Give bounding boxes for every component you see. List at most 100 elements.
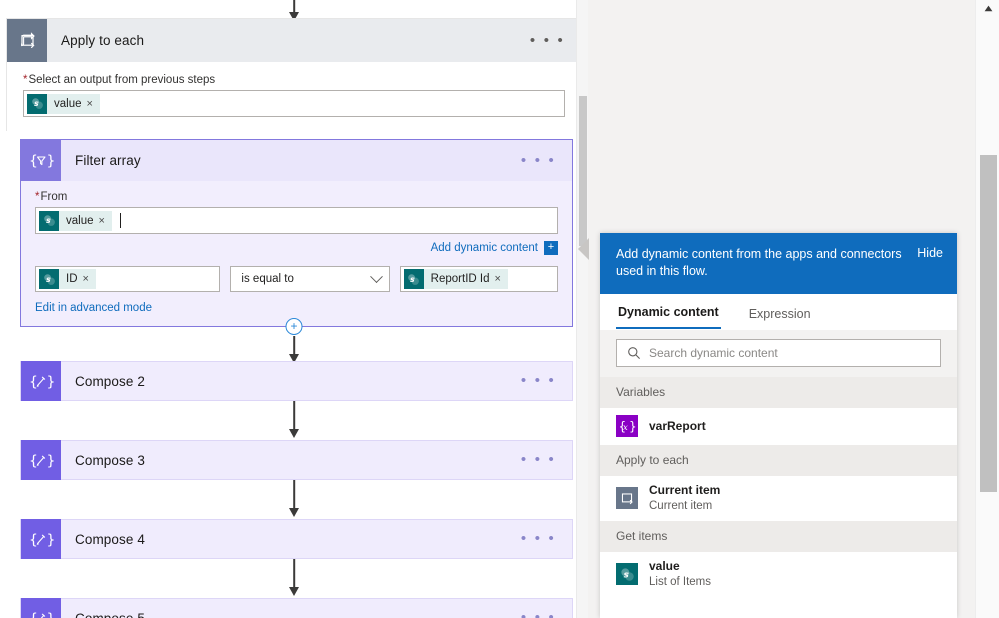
compose-card-2[interactable]: { } Compose 2 • • • <box>20 361 573 401</box>
add-dynamic-content-link[interactable]: Add dynamic content <box>431 242 538 254</box>
insert-step-button[interactable]: + <box>285 318 303 335</box>
apply-to-each-field-label: *Select an output from previous steps <box>23 74 565 86</box>
filter-array-menu-button[interactable]: • • • <box>521 153 572 168</box>
scroll-up-arrow-icon[interactable] <box>976 0 999 16</box>
edit-in-advanced-mode-link[interactable]: Edit in advanced mode <box>35 302 558 314</box>
condition-operator-select[interactable]: is equal to <box>230 266 390 292</box>
token-remove-icon[interactable]: × <box>87 98 100 110</box>
search-input[interactable] <box>649 346 930 360</box>
connector-filter-to-compose2: + <box>6 318 582 364</box>
svg-text:s: s <box>410 275 415 284</box>
svg-text:{: { <box>29 374 38 390</box>
panel-hide-link[interactable]: Hide <box>917 246 943 260</box>
dynamic-content-item-current-item[interactable]: Current item Current item <box>600 476 957 521</box>
token-reportid[interactable]: s ReportID Id × <box>403 269 508 289</box>
compose-card-menu-button[interactable]: • • • <box>521 452 572 467</box>
panel-search-wrap <box>600 330 957 377</box>
panel-banner: Add dynamic content from the apps and co… <box>600 233 957 294</box>
apply-to-each-header[interactable]: Apply to each • • • <box>7 19 581 62</box>
dynamic-content-panel: Add dynamic content from the apps and co… <box>600 233 957 618</box>
svg-text:s: s <box>623 570 628 580</box>
apply-to-each-body: *Select an output from previous steps s … <box>7 62 581 131</box>
sharepoint-icon: s <box>39 269 59 289</box>
dynamic-content-item-value[interactable]: s value List of Items <box>600 552 957 597</box>
sharepoint-icon: s <box>616 563 638 585</box>
token-label: ReportID Id <box>430 273 490 285</box>
dynamic-content-item-title: varReport <box>649 419 706 433</box>
svg-text:}: } <box>47 453 55 469</box>
connector-arrowhead <box>289 429 299 438</box>
svg-text:s: s <box>46 275 51 284</box>
token-label: ID <box>66 273 78 285</box>
dynamic-content-item-text: value List of Items <box>649 559 711 589</box>
connector-line <box>293 401 295 431</box>
apply-to-each-output-input[interactable]: s value × <box>23 90 565 117</box>
svg-text:s: s <box>34 99 39 108</box>
compose-card-5[interactable]: { } Compose 5 • • • <box>20 598 573 618</box>
compose-card-menu-button[interactable]: • • • <box>521 531 572 546</box>
filter-array-body: *From s value × Add dynamic content + s … <box>21 181 572 326</box>
token-label: value <box>54 97 82 110</box>
add-dynamic-content-plus-button[interactable]: + <box>544 240 558 255</box>
compose-card-3[interactable]: { } Compose 3 • • • <box>20 440 573 480</box>
text-cursor <box>119 213 121 228</box>
group-header-apply-to-each: Apply to each <box>600 445 957 476</box>
token-remove-icon[interactable]: × <box>99 215 112 227</box>
dynamic-content-item-title: value <box>649 559 680 573</box>
compose-card-4[interactable]: { } Compose 4 • • • <box>20 519 573 559</box>
required-asterisk: * <box>23 74 28 86</box>
filter-array-title: Filter array <box>75 153 141 168</box>
condition-operator-value: is equal to <box>241 273 294 285</box>
compose-card-title: Compose 2 <box>75 373 145 389</box>
dynamic-content-item-text: varReport <box>649 419 706 433</box>
dynamic-content-item-subtitle: List of Items <box>649 576 711 588</box>
connector-arrowhead <box>289 508 299 517</box>
compose-card-title: Compose 5 <box>75 610 145 618</box>
compose-card-title: Compose 3 <box>75 452 145 468</box>
sharepoint-icon: s <box>403 269 424 289</box>
app-root: Apply to each • • • *Select an output fr… <box>0 0 999 618</box>
token-label: value <box>66 214 94 227</box>
svg-text:}: } <box>47 374 55 390</box>
connector-compose2-to-compose3 <box>6 401 582 439</box>
svg-text:s: s <box>46 216 51 225</box>
required-asterisk: * <box>35 191 40 203</box>
compose-card-menu-button[interactable]: • • • <box>521 610 572 618</box>
apply-to-each-menu-button[interactable]: • • • <box>530 33 581 48</box>
token-value[interactable]: s value × <box>39 210 112 231</box>
tab-dynamic-content[interactable]: Dynamic content <box>616 305 721 329</box>
flow-canvas-scrollbar[interactable] <box>576 0 588 618</box>
token-value[interactable]: s value × <box>27 93 100 114</box>
condition-right-input[interactable]: s ReportID Id × <box>399 266 558 292</box>
condition-left-input[interactable]: s ID × <box>35 266 221 292</box>
variable-icon: { x } <box>616 415 638 437</box>
search-box[interactable] <box>616 339 941 367</box>
token-remove-icon[interactable]: × <box>494 273 507 285</box>
filter-array-from-label-text: From <box>40 191 68 203</box>
compose-icon: { } <box>21 440 61 480</box>
compose-card-menu-button[interactable]: • • • <box>521 373 572 388</box>
apply-to-each-card[interactable]: Apply to each • • • *Select an output fr… <box>6 18 582 131</box>
dynamic-content-item-varreport[interactable]: { x } varReport <box>600 408 957 445</box>
flow-canvas: Apply to each • • • *Select an output fr… <box>0 0 588 618</box>
compose-icon: { } <box>21 361 61 401</box>
flow-canvas-scrollbar-thumb[interactable] <box>579 96 587 246</box>
svg-text:}: } <box>47 154 55 170</box>
connector-line <box>293 480 295 510</box>
filter-array-header[interactable]: { } Filter array • • • <box>21 140 572 181</box>
svg-text:{: { <box>29 532 38 548</box>
loop-icon <box>616 487 638 509</box>
sharepoint-icon: s <box>27 93 47 114</box>
token-id[interactable]: s ID × <box>39 269 96 289</box>
filter-array-from-input[interactable]: s value × <box>35 207 558 234</box>
connector-compose3-to-compose4 <box>6 480 582 518</box>
page-scrollbar-thumb[interactable] <box>980 155 997 492</box>
panel-banner-text: Add dynamic content from the apps and co… <box>616 247 902 278</box>
filter-array-card[interactable]: { } Filter array • • • *From <box>20 139 573 327</box>
token-remove-icon[interactable]: × <box>83 273 96 285</box>
panel-pointer-caret-icon <box>578 238 589 260</box>
compose-card-title: Compose 4 <box>75 531 145 547</box>
page-scrollbar[interactable] <box>975 0 999 618</box>
svg-text:x: x <box>623 423 628 433</box>
tab-expression[interactable]: Expression <box>747 307 813 329</box>
